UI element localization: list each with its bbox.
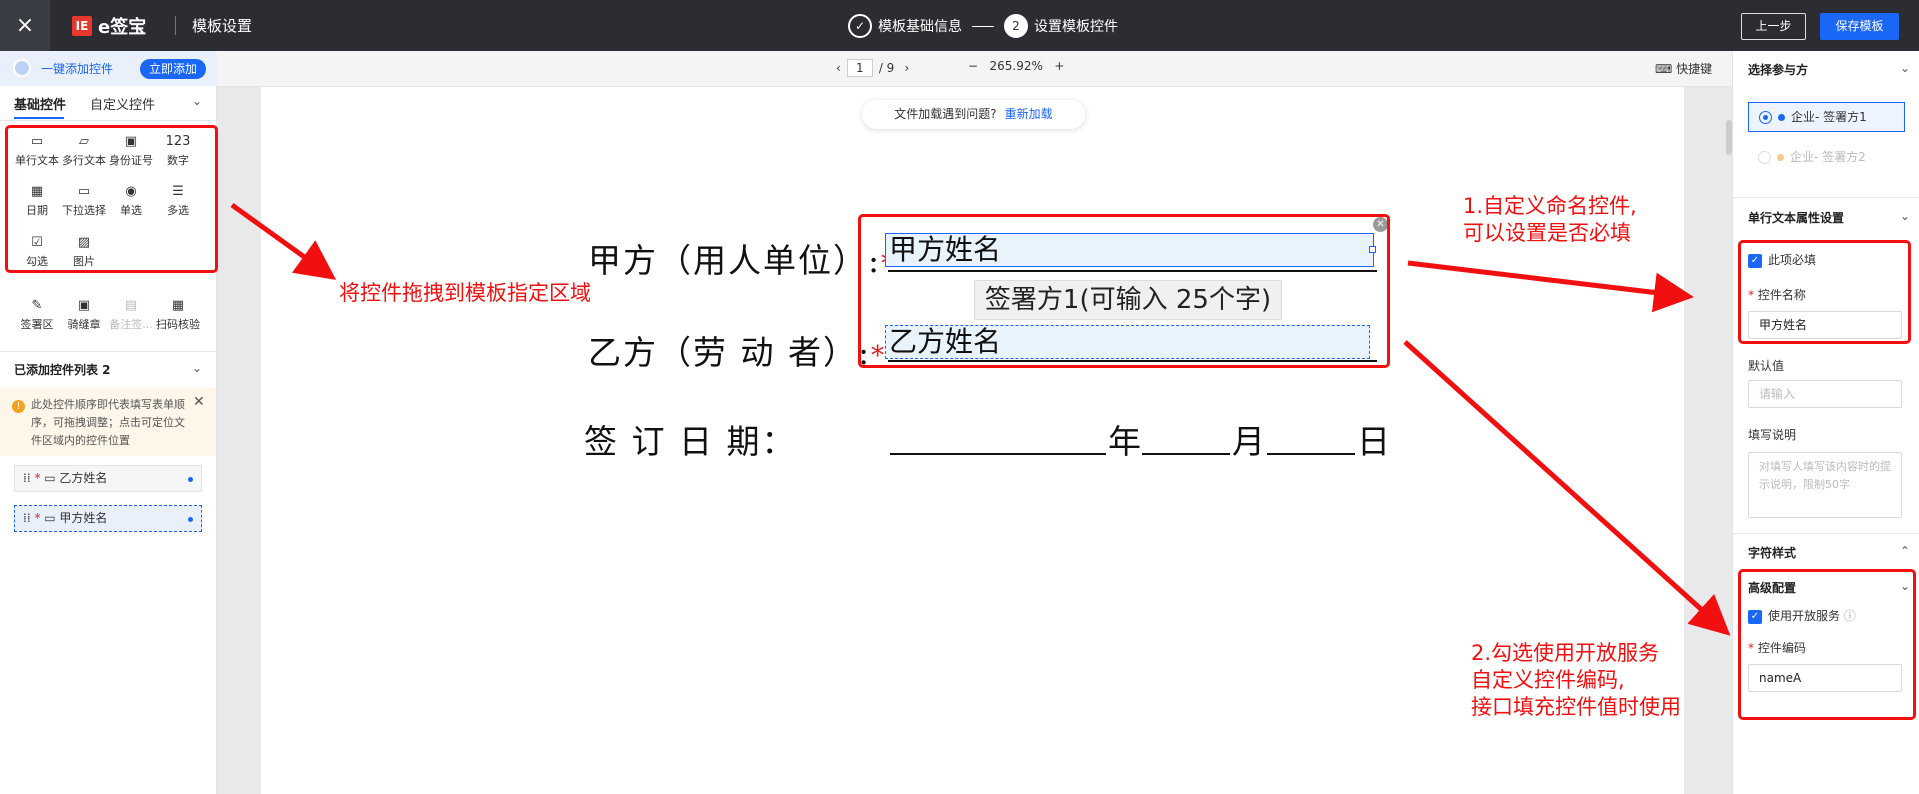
annotation-drag: 将控件拖拽到模板指定区域 bbox=[339, 281, 591, 305]
annotation-line: 可以设置是否必填 bbox=[1463, 221, 1631, 245]
arrow-2 bbox=[1407, 260, 1694, 313]
annotation-line: 接口填充控件值时使用 bbox=[1471, 695, 1681, 719]
annotation-open-service: 2.勾选使用开放服务 自定义控件编码, 接口填充控件值时使用 bbox=[1471, 640, 1681, 721]
annotation-line: 1.自定义命名控件, bbox=[1463, 194, 1637, 218]
annotation-line: 自定义控件编码, bbox=[1471, 668, 1625, 692]
annotation-name: 1.自定义命名控件, 可以设置是否必填 bbox=[1463, 193, 1637, 247]
arrow-3 bbox=[1403, 340, 1731, 636]
annotation-line: 2.勾选使用开放服务 bbox=[1471, 641, 1660, 665]
arrow-1 bbox=[230, 202, 337, 280]
